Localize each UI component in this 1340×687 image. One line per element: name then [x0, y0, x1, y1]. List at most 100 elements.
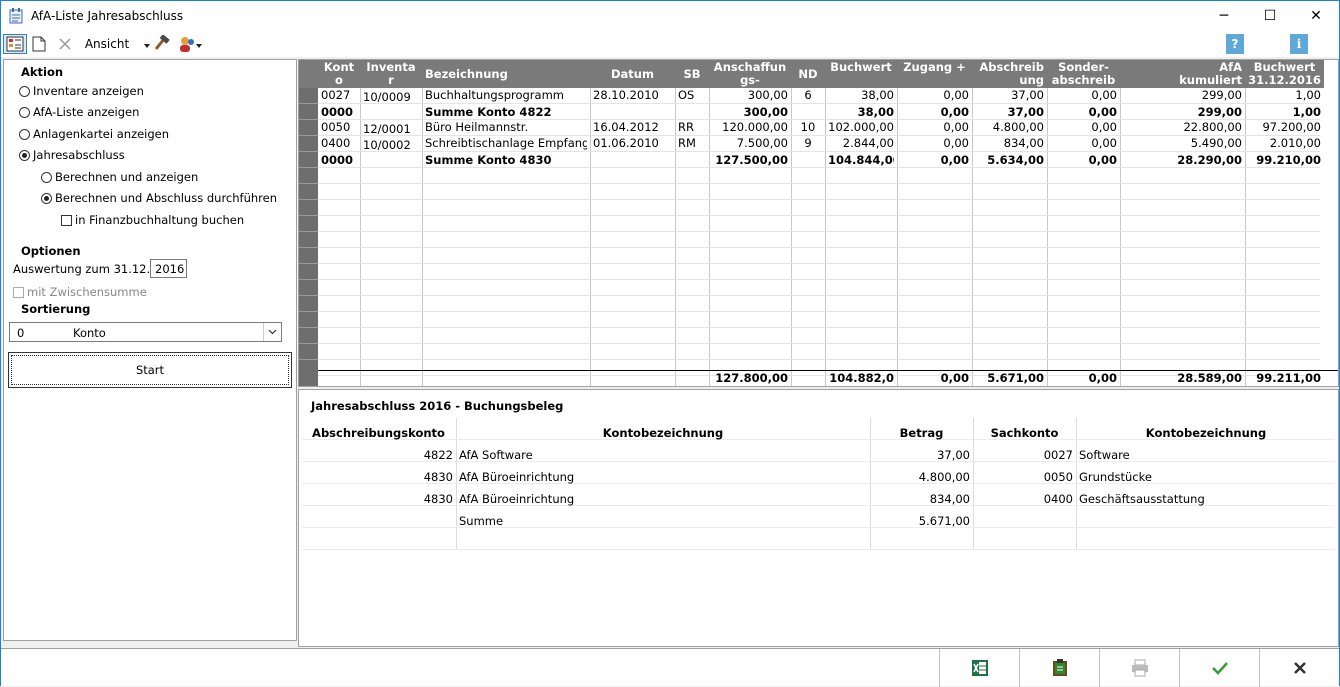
radio-label[interactable]: Inventare anzeigen: [33, 84, 144, 98]
cancel-button[interactable]: [1259, 649, 1339, 687]
grid-cell[interactable]: 4.800,00: [975, 120, 1044, 136]
start-button[interactable]: Start: [8, 352, 292, 388]
grid-cell[interactable]: [678, 105, 706, 121]
grid-cell[interactable]: [363, 105, 419, 121]
grid-cell[interactable]: 37,00: [975, 105, 1044, 121]
total-cell[interactable]: 99.211,00: [1248, 371, 1321, 386]
grid-cell[interactable]: 0,00: [900, 105, 969, 121]
year-input[interactable]: 2016: [150, 259, 187, 278]
grid-cell[interactable]: 28.290,00: [1123, 153, 1242, 169]
column-header[interactable]: Buchwert: [825, 60, 897, 88]
grid-cell[interactable]: 99.210,00: [1248, 153, 1321, 169]
grid-cell[interactable]: 5.634,00: [975, 153, 1044, 169]
grid-cell[interactable]: 299,00: [1123, 105, 1242, 121]
grid-cell[interactable]: 1,00: [1248, 105, 1321, 121]
grid-cell[interactable]: [593, 105, 672, 121]
row-selector[interactable]: [299, 264, 318, 280]
info-button[interactable]: i: [1290, 34, 1308, 54]
grid-cell[interactable]: Summe Konto 4830: [425, 153, 587, 169]
row-selector[interactable]: [299, 216, 318, 232]
column-header[interactable]: Kont o: [318, 60, 360, 88]
grid-cell[interactable]: 834,00: [975, 136, 1044, 152]
row-selector[interactable]: [299, 120, 318, 136]
row-selector[interactable]: [299, 296, 318, 312]
radio-button[interactable]: [19, 150, 30, 161]
row-selector[interactable]: [299, 184, 318, 200]
new-document-button[interactable]: [29, 34, 49, 54]
total-cell[interactable]: 0,00: [900, 371, 969, 386]
checkbox[interactable]: [61, 215, 72, 226]
total-cell[interactable]: [363, 371, 419, 386]
grid-cell[interactable]: 0050: [321, 120, 357, 136]
grid-cell[interactable]: Summe Konto 4822: [425, 105, 587, 121]
view-menu[interactable]: Ansicht: [83, 34, 131, 54]
grid-cell[interactable]: Buchhaltungsprogramm: [425, 88, 587, 104]
grid-cell[interactable]: OS: [678, 88, 706, 104]
grid-cell[interactable]: 5.490,00: [1123, 136, 1242, 152]
column-header[interactable]: Abschreib ung: [972, 60, 1047, 88]
grid-cell[interactable]: 1,00: [1248, 88, 1321, 104]
grid-cell[interactable]: 0,00: [900, 153, 969, 169]
grid-cell[interactable]: 0000: [321, 153, 357, 169]
column-header[interactable]: Sonder-abschreib: [1047, 60, 1120, 88]
grid-cell[interactable]: Büro Heilmannstr.: [425, 120, 587, 136]
grid-cell[interactable]: 0000: [321, 105, 357, 121]
row-selector[interactable]: [299, 280, 318, 296]
grid-cell[interactable]: 12/0001: [363, 122, 419, 138]
excel-export-button[interactable]: [939, 649, 1019, 687]
grid-cell[interactable]: 120.000,00: [712, 120, 788, 136]
radio-button[interactable]: [19, 86, 30, 97]
total-cell[interactable]: [593, 371, 672, 386]
total-cell[interactable]: [794, 371, 822, 386]
row-selector[interactable]: [299, 88, 318, 104]
column-header[interactable]: Inventa r: [360, 60, 422, 88]
delete-button[interactable]: [55, 34, 75, 54]
grid-cell[interactable]: 6: [794, 88, 822, 104]
grid-cell[interactable]: 10/0009: [363, 90, 419, 106]
grid-cell[interactable]: 7.500,00: [712, 136, 788, 152]
row-selector[interactable]: [299, 328, 318, 344]
grid-cell[interactable]: [794, 153, 822, 169]
grid-cell[interactable]: 2.844,00: [828, 136, 894, 152]
total-cell[interactable]: 5.671,00: [975, 371, 1044, 386]
column-header[interactable]: Bezeichnung: [422, 60, 590, 88]
grid-cell[interactable]: 9: [794, 136, 822, 152]
grid-cell[interactable]: 10/0002: [363, 138, 419, 154]
minimize-button[interactable]: ─: [1201, 1, 1247, 31]
radio-button[interactable]: [19, 107, 30, 118]
grid-cell[interactable]: 0,00: [1050, 105, 1117, 121]
list-view-button[interactable]: [3, 34, 27, 54]
grid-cell[interactable]: [593, 153, 672, 169]
grid-cell[interactable]: [678, 153, 706, 169]
radio-label[interactable]: AfA-Liste anzeigen: [33, 105, 139, 119]
total-cell[interactable]: 28.589,00: [1123, 371, 1242, 386]
row-selector[interactable]: [299, 312, 318, 328]
total-cell[interactable]: [321, 371, 357, 386]
checkbox[interactable]: [13, 287, 24, 298]
total-cell[interactable]: 0,00: [1050, 371, 1117, 386]
total-cell[interactable]: 104.882,0: [828, 371, 894, 386]
grid-cell[interactable]: 0,00: [1050, 136, 1117, 152]
grid-cell[interactable]: 0,00: [900, 88, 969, 104]
grid-cell[interactable]: 01.06.2010: [593, 136, 672, 152]
row-selector[interactable]: [299, 232, 318, 248]
grid-cell[interactable]: 104.844,00: [828, 153, 894, 169]
column-header[interactable]: AfA kumuliert: [1120, 60, 1245, 88]
row-selector[interactable]: [299, 168, 318, 184]
grid-cell[interactable]: 0,00: [1050, 120, 1117, 136]
grid-cell[interactable]: 0,00: [900, 120, 969, 136]
confirm-button[interactable]: [1179, 649, 1259, 687]
grid-cell[interactable]: 2.010,00: [1248, 136, 1321, 152]
close-button[interactable]: ✕: [1293, 1, 1339, 31]
grid-cell[interactable]: 37,00: [975, 88, 1044, 104]
radio-button[interactable]: [41, 193, 52, 204]
sort-select[interactable]: 0 Konto: [9, 322, 282, 342]
radio-label[interactable]: Berechnen und anzeigen: [55, 170, 198, 184]
grid-cell[interactable]: 0,00: [1050, 153, 1117, 169]
total-cell[interactable]: [678, 371, 706, 386]
chevron-down-icon[interactable]: [263, 323, 281, 341]
column-header[interactable]: SB: [675, 60, 709, 88]
column-header[interactable]: Zugang +: [897, 60, 972, 88]
print-button[interactable]: [1099, 649, 1179, 687]
grid-cell[interactable]: 97.200,00: [1248, 120, 1321, 136]
